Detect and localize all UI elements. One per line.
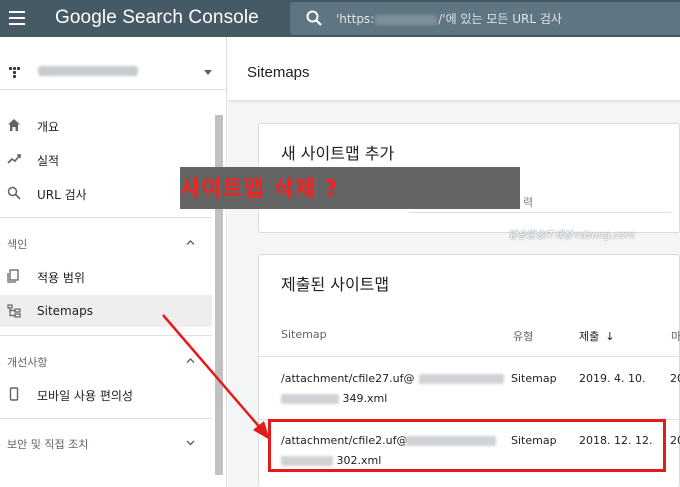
- sidebar-section-security[interactable]: 보안 및 직접 조치: [0, 428, 212, 458]
- search-placeholder: 'https:/'에 있는 모든 URL 검사: [336, 12, 562, 26]
- sitemap-url-input-hint[interactable]: 력: [523, 194, 533, 210]
- sidebar-section-index[interactable]: 색인: [0, 228, 212, 258]
- home-icon: [8, 119, 20, 131]
- watermark: 앞송맏송IT세상-rdsong.com: [508, 230, 635, 241]
- column-header-type[interactable]: 유형: [513, 328, 533, 344]
- sitemap-extra: 20: [670, 372, 680, 385]
- sitemap-path-end[interactable]: 349.xml: [281, 392, 387, 405]
- annotation-highlight-box: [268, 419, 666, 472]
- column-header-next[interactable]: 마: [671, 328, 680, 344]
- property-url: [38, 66, 138, 76]
- page-header: Sitemaps: [228, 37, 680, 101]
- add-sitemap-title: 새 사이트맵 추가: [281, 144, 395, 163]
- sidebar-section-enhancements[interactable]: 개선사항: [0, 346, 212, 376]
- sidebar-divider: [0, 217, 212, 218]
- sidebar-item-sitemaps[interactable]: Sitemaps: [0, 295, 212, 327]
- sidebar-item-overview[interactable]: 개요: [0, 109, 212, 141]
- sitemap-url-input-underline[interactable]: [409, 212, 671, 213]
- sitemap-submitted-date: 2019. 4. 10.: [579, 372, 646, 385]
- sidebar-item-coverage[interactable]: 적용 범위: [0, 260, 212, 292]
- search-icon: [7, 186, 21, 200]
- annotation-callout: 사이트맵 삭제 ?: [180, 167, 520, 209]
- column-header-submitted[interactable]: 제출 ↓: [579, 328, 614, 344]
- arrow-down-icon[interactable]: ↓: [605, 330, 614, 343]
- redacted-domain: [375, 14, 438, 25]
- phone-icon: [9, 387, 19, 401]
- coverage-icon: [7, 269, 19, 283]
- property-logo-icon: [9, 67, 20, 78]
- sitemap-extra: 20: [670, 434, 680, 447]
- sidebar-item-mobile-usability[interactable]: 모바일 사용 편의성: [0, 378, 212, 410]
- top-bar: Google Search Console 'https:/'에 있는 모든 U…: [0, 0, 680, 37]
- sidebar-divider: [0, 418, 212, 419]
- submitted-sitemaps-title: 제출된 사이트맵: [281, 275, 390, 294]
- trending-up-icon: [7, 154, 21, 164]
- table-divider: [259, 356, 680, 357]
- search-icon: [306, 10, 322, 26]
- annotation-callout-text: 사이트맵 삭제 ?: [180, 177, 339, 202]
- url-inspect-search[interactable]: 'https:/'에 있는 모든 URL 검사: [290, 2, 680, 35]
- sitemap-type: Sitemap: [511, 372, 557, 385]
- chevron-up-icon[interactable]: [186, 356, 195, 365]
- app-title[interactable]: Google Search Console: [55, 7, 259, 29]
- page-title: Sitemaps: [247, 64, 310, 81]
- chevron-down-icon[interactable]: [204, 70, 212, 75]
- menu-icon[interactable]: [9, 11, 25, 25]
- sitemap-path-start[interactable]: /attachment/cfile27.uf@: [281, 372, 414, 385]
- sidebar-divider: [0, 335, 212, 336]
- property-selector[interactable]: [0, 37, 227, 90]
- chevron-down-icon[interactable]: [186, 438, 195, 447]
- sidebar: 개요 실적 URL 검사 색인 적용 범위 Sitemaps 개선사항 모바일 …: [0, 37, 227, 487]
- chevron-up-icon[interactable]: [186, 238, 195, 247]
- column-header-sitemap[interactable]: Sitemap: [281, 328, 327, 341]
- redacted-id: [419, 372, 504, 385]
- sitemap-icon: [7, 304, 21, 318]
